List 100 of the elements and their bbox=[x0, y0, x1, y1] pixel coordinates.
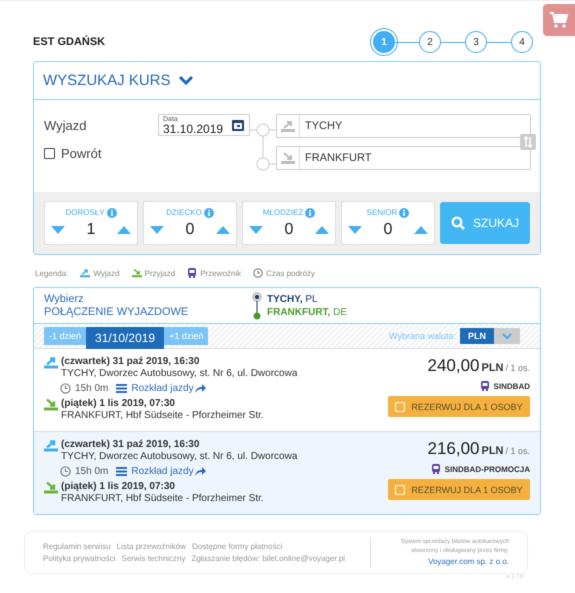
arrival-time: (piątek) 1 lis 2019, 07:30 bbox=[61, 398, 176, 410]
cart-button[interactable] bbox=[543, 4, 575, 36]
passenger-type-label: DZIECKO bbox=[166, 208, 202, 217]
footer-link[interactable]: Serwis techniczny bbox=[121, 554, 186, 563]
departure-icon bbox=[44, 356, 58, 369]
decrease-arrow-icon[interactable] bbox=[348, 226, 362, 234]
carrier-name: SINDBAD-PROMOCJA bbox=[444, 464, 530, 474]
timetable-link[interactable]: Rozkład jazdy bbox=[131, 466, 194, 477]
step-indicator: 3 bbox=[465, 31, 487, 53]
price-per-person: / 1 os. bbox=[505, 446, 530, 456]
return-checkbox[interactable] bbox=[44, 148, 55, 159]
arrival-place: FRANKFURT, Hbf Südseite - Pforzheimer Str. bbox=[61, 410, 264, 421]
clock-icon bbox=[60, 466, 71, 477]
departure-icon bbox=[44, 439, 58, 452]
travel-duration: 15h 0m bbox=[75, 383, 108, 394]
currency-label: Wybrana waluta: bbox=[389, 331, 456, 341]
travel-duration: 15h 0m bbox=[75, 466, 108, 477]
chevron-down-icon[interactable] bbox=[178, 76, 193, 86]
increase-arrow-icon[interactable] bbox=[315, 226, 329, 234]
bus-icon bbox=[430, 464, 441, 474]
passenger-type-label: SENIOR bbox=[366, 208, 398, 217]
connection-row[interactable] bbox=[34, 432, 540, 514]
arrival-time: (piątek) 1 lis 2019, 07:30 bbox=[61, 481, 176, 492]
passenger-type-label: DOROSŁY bbox=[65, 208, 105, 217]
step-indicator: 1 bbox=[373, 31, 395, 53]
list-icon bbox=[116, 467, 128, 476]
from-field[interactable]: TYCHY bbox=[276, 114, 531, 138]
selected-date: 31/10/2019 bbox=[86, 327, 164, 349]
swap-button[interactable] bbox=[520, 134, 536, 150]
departure-time: (czwartek) 31 paź 2019, 16:30 bbox=[61, 439, 200, 450]
price-currency: PLN bbox=[481, 362, 504, 374]
passenger-count: 0 bbox=[284, 220, 294, 238]
results-title: Wybierz bbox=[44, 292, 85, 306]
carrier-name: SINDBAD bbox=[494, 382, 530, 390]
passenger-type-label: MŁODZIEŻ bbox=[262, 208, 304, 217]
arrival-icon bbox=[132, 268, 142, 278]
route-connector-drawing bbox=[250, 122, 276, 172]
departure-place: TYCHY, Dworzec Autobusowy, st. Nr 6, ul. Dworcowa bbox=[61, 450, 298, 462]
book-button[interactable]: REZERWUJ DLA 1 OSOBY bbox=[388, 396, 530, 417]
passenger-count: 1 bbox=[86, 220, 96, 238]
passenger-count: 0 bbox=[384, 220, 392, 238]
departure-label: Wyjazd bbox=[44, 118, 87, 132]
results-subtitle: POŁĄCZENIE WYJAZDOWE bbox=[44, 306, 190, 318]
legend-item: Przyjazd bbox=[144, 268, 176, 278]
footer-link[interactable]: Polityka prywatności bbox=[43, 554, 116, 563]
book-button[interactable]: REZERWUJ DLA 1 OSOBY bbox=[388, 479, 530, 500]
legend-item: Przewoźnik bbox=[200, 268, 242, 278]
cart-icon bbox=[550, 12, 568, 28]
departure-icon bbox=[281, 120, 295, 132]
price: 216,00 bbox=[427, 439, 480, 459]
destination-city: FRANKFURT, DE bbox=[267, 306, 347, 318]
footer-link[interactable]: Zgłaszanie błędów: bilet.online@voyager.pl bbox=[192, 554, 346, 563]
decrease-arrow-icon[interactable] bbox=[249, 226, 263, 234]
calendar-icon bbox=[231, 118, 245, 132]
info-icon[interactable] bbox=[204, 208, 214, 218]
info-icon[interactable] bbox=[305, 208, 316, 218]
departure-place: TYCHY, Dworzec Autobusowy, st. Nr 6, ul. Dworcowa bbox=[61, 368, 298, 379]
currency-dropdown-button[interactable] bbox=[494, 328, 520, 344]
company-link[interactable]: Voyager.com sp. z o.o. bbox=[428, 556, 509, 568]
info-icon[interactable] bbox=[399, 208, 410, 218]
share-arrow-icon bbox=[194, 384, 206, 393]
origin-city: TYCHY, PL bbox=[267, 292, 319, 306]
legend-item: Wyjazd bbox=[93, 268, 120, 278]
chevron-down-icon bbox=[502, 332, 512, 340]
price: 240,00 bbox=[427, 356, 480, 376]
step-indicator: 4 bbox=[511, 31, 533, 53]
increase-arrow-icon[interactable] bbox=[117, 226, 131, 234]
increase-arrow-icon[interactable] bbox=[414, 226, 428, 234]
currency-select[interactable]: PLN bbox=[460, 328, 494, 344]
arrival-icon bbox=[281, 152, 295, 164]
arrival-place: FRANKFURT, Hbf Südseite - Pforzheimer Str. bbox=[61, 492, 264, 504]
to-field[interactable]: FRANKFURT bbox=[276, 146, 531, 170]
price-currency: PLN bbox=[481, 445, 504, 457]
decrease-arrow-icon[interactable] bbox=[150, 226, 164, 234]
arrival-icon bbox=[44, 398, 58, 411]
route-line-drawing bbox=[252, 292, 262, 320]
legend-item: Czas podróży bbox=[266, 268, 316, 278]
increase-arrow-icon[interactable] bbox=[216, 226, 230, 234]
legend-label: Legenda: bbox=[35, 268, 68, 278]
clock-icon bbox=[253, 268, 264, 278]
footer-link[interactable]: Dostępne formy płatności bbox=[192, 542, 282, 551]
list-icon bbox=[116, 384, 128, 393]
page-title: EST GDAŃSK bbox=[33, 36, 106, 48]
return-label: Powrót bbox=[61, 146, 102, 161]
bus-icon bbox=[187, 268, 198, 278]
passenger-count: 0 bbox=[186, 220, 194, 238]
departure-icon bbox=[80, 268, 90, 278]
price-per-person: / 1 os. bbox=[505, 363, 530, 373]
search-icon bbox=[450, 216, 465, 230]
footer-link[interactable]: Lista przewoźników bbox=[116, 542, 186, 551]
panel-title[interactable]: WYSZUKAJ KURS bbox=[43, 72, 171, 89]
decrease-arrow-icon[interactable] bbox=[51, 226, 65, 234]
step-indicator: 2 bbox=[419, 31, 441, 53]
departure-time: (czwartek) 31 paź 2019, 16:30 bbox=[61, 356, 200, 368]
share-arrow-icon bbox=[194, 467, 206, 476]
timetable-link[interactable]: Rozkład jazdy bbox=[131, 383, 194, 394]
footer-link[interactable]: Regulamin serwisu bbox=[43, 542, 111, 551]
clock-icon bbox=[60, 383, 71, 394]
info-icon[interactable] bbox=[106, 208, 117, 218]
bus-icon bbox=[480, 381, 490, 391]
